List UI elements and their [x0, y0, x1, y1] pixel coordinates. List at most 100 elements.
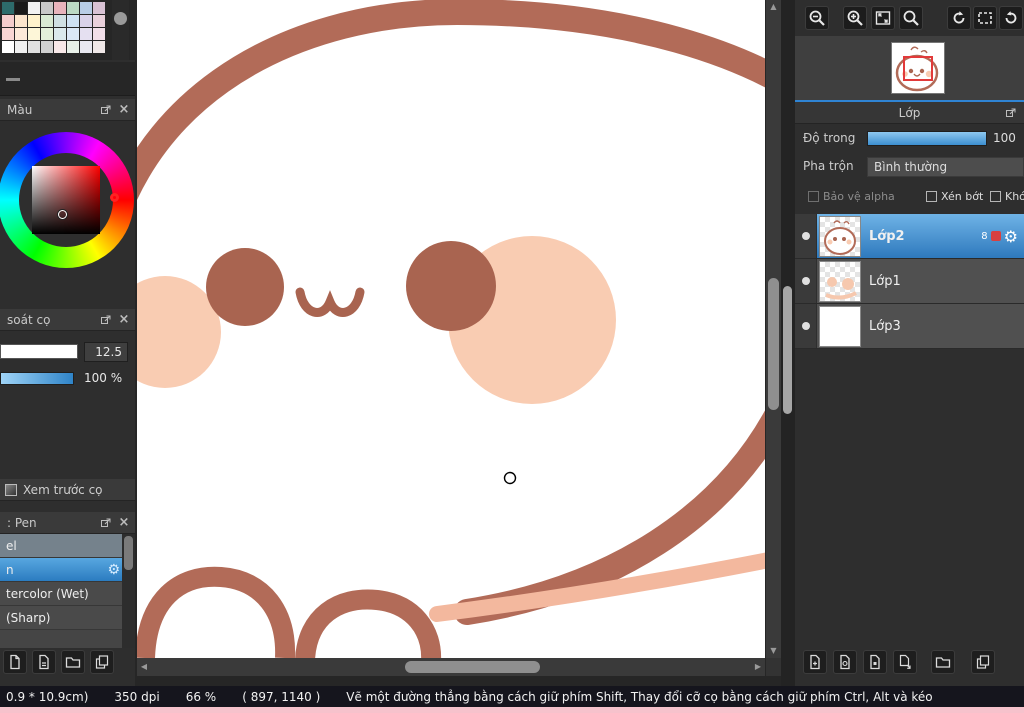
layer-settings-gear-icon[interactable]: ⚙ [1004, 227, 1018, 246]
layer-visibility-toggle[interactable] [795, 304, 817, 348]
palette-swatch[interactable] [67, 41, 79, 53]
horizontal-scroll-thumb[interactable] [405, 661, 540, 673]
layer-visibility-toggle[interactable] [795, 214, 817, 258]
layer-visibility-toggle[interactable] [795, 259, 817, 303]
new-canvas-button[interactable] [3, 650, 27, 674]
layer-row-lop2[interactable]: Lớp2 8 ⚙ [795, 214, 1024, 259]
palette-swatch[interactable] [80, 41, 92, 53]
palette-swatch[interactable] [2, 15, 14, 27]
brush-list-scroll-thumb[interactable] [124, 536, 133, 570]
layer-opacity-slider[interactable] [867, 131, 987, 146]
selection-icon [978, 12, 992, 24]
select-area-button[interactable] [973, 6, 997, 30]
scroll-up-icon[interactable]: ▲ [766, 0, 781, 14]
palette-swatch[interactable] [54, 2, 66, 14]
palette-swatch[interactable] [93, 28, 105, 40]
brush-size-value[interactable]: 12.5 [84, 342, 128, 362]
palette-swatch[interactable] [54, 15, 66, 27]
palette-swatch[interactable] [41, 41, 53, 53]
palette-swatch[interactable] [28, 15, 40, 27]
palette-swatch[interactable] [93, 15, 105, 27]
canvas-horizontal-scrollbar[interactable]: ◀ ▶ [137, 658, 765, 676]
palette-swatch[interactable] [41, 15, 53, 27]
transfer-layer-button[interactable] [893, 650, 917, 674]
palette-swatch[interactable] [2, 2, 14, 14]
brush-list-scrollbar[interactable] [122, 534, 135, 648]
drawing-canvas[interactable] [137, 0, 765, 658]
duplicate-layer-button[interactable] [971, 650, 995, 674]
color-wheel[interactable] [0, 132, 134, 268]
save-button[interactable] [32, 650, 56, 674]
palette-swatch[interactable] [41, 28, 53, 40]
new-document-icon [10, 654, 20, 670]
scroll-left-icon[interactable]: ◀ [137, 658, 151, 676]
fit-screen-button[interactable] [871, 6, 895, 30]
scroll-right-icon[interactable]: ▶ [751, 658, 765, 676]
navigator-panel[interactable] [795, 36, 1024, 100]
palette-swatch[interactable] [93, 2, 105, 14]
gradient-bar-collapsed[interactable] [0, 62, 135, 96]
palette-swatch[interactable] [28, 28, 40, 40]
palette-swatch[interactable] [67, 15, 79, 27]
brush-size-slider[interactable] [0, 344, 78, 359]
brush-settings-gear-icon[interactable]: ⚙ [107, 562, 120, 578]
navigator-viewport[interactable] [903, 56, 933, 81]
copy-button[interactable] [90, 650, 114, 674]
palette-swatch[interactable] [67, 28, 79, 40]
detach-panel-icon[interactable] [99, 516, 113, 530]
palette-scrollbar[interactable] [112, 0, 129, 60]
palette-swatch[interactable] [80, 2, 92, 14]
close-panel-icon[interactable]: × [117, 313, 131, 327]
brush-item-watercolor-wet[interactable]: tercolor (Wet) [0, 582, 135, 606]
canvas-vertical-scrollbar[interactable]: ▲ ▼ [766, 0, 781, 658]
vertical-scroll-thumb[interactable] [768, 278, 779, 410]
copy-icon [95, 655, 109, 669]
palette-scrollbar-knob[interactable] [114, 12, 127, 25]
open-folder-button[interactable] [61, 650, 85, 674]
palette-swatch[interactable] [15, 41, 27, 53]
palette-swatch[interactable] [67, 2, 79, 14]
detach-panel-icon[interactable] [99, 313, 113, 327]
zoom-reset-button[interactable] [899, 6, 923, 30]
palette-swatch[interactable] [15, 2, 27, 14]
zoom-out-button[interactable] [805, 6, 829, 30]
blend-mode-select[interactable]: Bình thường [867, 157, 1024, 177]
panel-splitter-grip[interactable] [783, 286, 792, 414]
palette-swatch[interactable] [28, 41, 40, 53]
palette-swatch[interactable] [41, 2, 53, 14]
palette-swatch[interactable] [80, 28, 92, 40]
clipping-checkbox[interactable] [926, 191, 937, 202]
close-panel-icon[interactable]: × [117, 516, 131, 530]
brush-item-pen[interactable]: n ⚙ [0, 558, 135, 582]
palette-swatch[interactable] [28, 2, 40, 14]
add-folder-button[interactable] [931, 650, 955, 674]
palette-swatch[interactable] [54, 28, 66, 40]
detach-panel-icon[interactable] [99, 103, 113, 117]
rotate-right-button[interactable] [999, 6, 1023, 30]
palette-swatch[interactable] [2, 41, 14, 53]
navigator-thumbnail[interactable] [891, 42, 945, 94]
brush-preview-button[interactable]: Xem trước cọ [0, 479, 135, 501]
brush-opacity-slider[interactable] [0, 372, 74, 385]
close-panel-icon[interactable]: × [117, 103, 131, 117]
palette-swatch[interactable] [80, 15, 92, 27]
palette-swatch[interactable] [54, 41, 66, 53]
palette-swatch[interactable] [2, 28, 14, 40]
brush-item-sharp[interactable]: (Sharp) [0, 606, 135, 630]
lock-checkbox[interactable] [990, 191, 1001, 202]
zoom-in-button[interactable] [843, 6, 867, 30]
protect-alpha-checkbox[interactable] [808, 191, 819, 202]
palette-swatch[interactable] [93, 41, 105, 53]
rotate-left-button[interactable] [947, 6, 971, 30]
scroll-down-icon[interactable]: ▼ [766, 644, 781, 658]
layer-row-lop3[interactable]: Lớp3 [795, 304, 1024, 349]
brush-item-pixel[interactable]: el [0, 534, 135, 558]
saturation-value-square[interactable] [32, 166, 100, 234]
add-8bit-layer-button[interactable] [833, 650, 857, 674]
detach-panel-icon[interactable] [1004, 106, 1018, 120]
add-1bit-layer-button[interactable] [863, 650, 887, 674]
layer-row-lop1[interactable]: Lớp1 [795, 259, 1024, 304]
add-layer-button[interactable] [803, 650, 827, 674]
palette-swatch[interactable] [15, 15, 27, 27]
palette-swatch[interactable] [15, 28, 27, 40]
